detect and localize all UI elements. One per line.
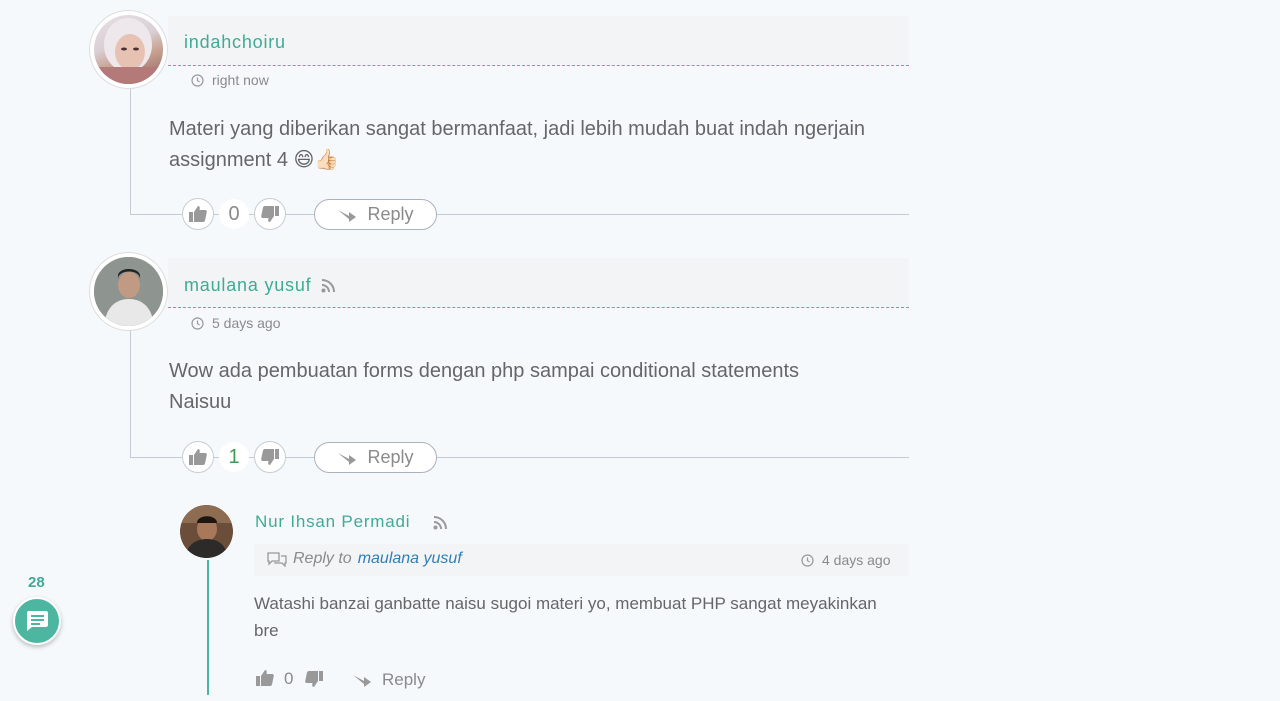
time-text: 4 days ago [822,552,891,568]
reply-arrow-icon [338,209,357,222]
vote-count: 0 [284,669,294,688]
reply-thread-line [207,560,209,695]
clock-icon [801,553,814,567]
comment-time: 5 days ago [191,315,281,331]
comment-text: Watashi banzai ganbatte naisu sugoi mate… [254,590,877,644]
reply-arrow-icon [353,675,371,687]
upvote-button[interactable] [182,441,214,473]
rss-icon[interactable] [433,516,447,530]
avatar-indahchoiru[interactable] [90,11,167,88]
thumbs-up-icon [189,206,207,222]
comment-icon [27,611,48,631]
thread-line [130,330,131,457]
thumbs-up-icon [189,449,207,465]
comment-text-line: Wow ada pembuatan forms dengan php sampa… [169,360,800,382]
comments-icon [267,552,287,567]
reply-to: Reply to maulana yusuf [267,550,462,568]
author-name[interactable]: indahchoiru [184,32,286,53]
reply-button[interactable]: Reply [314,199,437,230]
comment-time: right now [191,72,269,88]
downvote-button[interactable] [254,198,286,230]
vote-count: 0 [219,199,249,229]
comment-text-line: bre [254,621,279,640]
comment-text: Materi yang diberikan sangat bermanfaat,… [169,114,865,176]
comment-text-line: assignment 4 😄👍🏻 [169,149,340,171]
thumbs-down-icon[interactable] [305,671,323,687]
reply-label: Reply [367,204,414,224]
comments-fab-button[interactable] [13,597,61,645]
thumbs-down-icon [261,449,279,465]
reply-arrow-icon [338,452,357,465]
comment-count: 28 [28,574,45,591]
reply-button[interactable]: Reply [314,442,437,473]
time-text: right now [212,72,269,88]
clock-icon [191,316,204,330]
avatar-maulana-yusuf[interactable] [90,253,167,330]
vote-count: 1 [219,442,249,472]
author-name[interactable]: Nur Ihsan Permadi [255,512,410,532]
rss-icon[interactable] [321,279,335,293]
comment-text-line: Materi yang diberikan sangat bermanfaat,… [169,118,866,140]
reply-to-prefix: Reply to [293,550,352,567]
avatar-nur-ihsan-permadi[interactable] [180,505,233,558]
thread-line [130,88,131,215]
reply-label: Reply [367,447,414,467]
reply-label: Reply [382,670,426,689]
comment-text-line: Naisuu [169,391,232,413]
author-name[interactable]: maulana yusuf [184,275,311,296]
comment-time: 4 days ago [801,552,891,568]
downvote-button[interactable] [254,441,286,473]
thumbs-down-icon [261,206,279,222]
upvote-button[interactable] [182,198,214,230]
clock-icon [191,73,204,87]
time-text: 5 days ago [212,315,281,331]
comment-text-line: Watashi banzai ganbatte naisu sugoi mate… [254,594,877,613]
reply-to-author-link[interactable]: maulana yusuf [358,550,462,568]
comment-text: Wow ada pembuatan forms dengan php sampa… [169,356,799,418]
thumbs-up-icon[interactable] [256,670,274,686]
reply-button[interactable]: Reply [352,670,425,690]
